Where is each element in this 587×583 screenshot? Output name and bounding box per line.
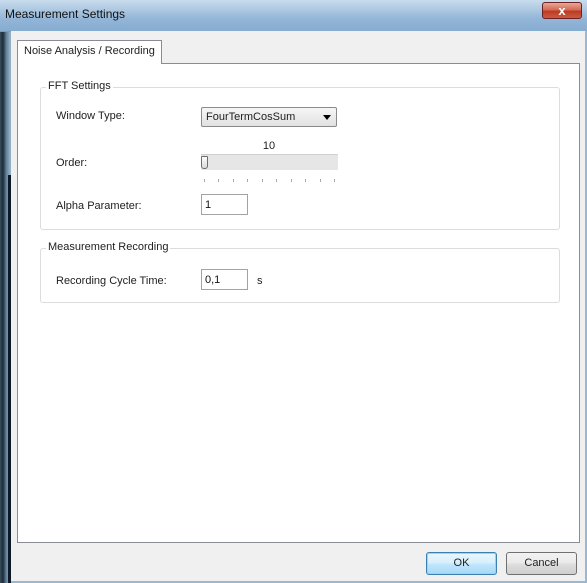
window-type-label: Window Type: bbox=[56, 110, 125, 122]
cancel-button-label: Cancel bbox=[524, 557, 559, 569]
close-button[interactable]: x bbox=[542, 2, 582, 19]
window-title: Measurement Settings bbox=[5, 7, 126, 21]
window-type-value: FourTermCosSum bbox=[206, 111, 296, 123]
ok-button[interactable]: OK bbox=[426, 552, 497, 575]
title-bar[interactable]: Measurement Settings x bbox=[0, 0, 587, 32]
fft-settings-title: FFT Settings bbox=[46, 80, 113, 92]
chevron-down-icon bbox=[323, 115, 331, 120]
order-label: Order: bbox=[56, 157, 88, 169]
tab-label: Noise Analysis / Recording bbox=[24, 45, 155, 57]
alpha-parameter-input[interactable] bbox=[201, 194, 248, 215]
slider-tick bbox=[204, 179, 205, 182]
alpha-parameter-label: Alpha Parameter: bbox=[56, 200, 142, 212]
ok-button-label: OK bbox=[453, 557, 470, 569]
slider-tick bbox=[233, 179, 234, 182]
order-slider-track[interactable] bbox=[201, 154, 338, 170]
order-slider-thumb[interactable] bbox=[201, 156, 208, 169]
recording-cycle-time-label: Recording Cycle Time: bbox=[56, 275, 167, 287]
slider-tick bbox=[320, 179, 321, 182]
slider-tick bbox=[262, 179, 263, 182]
order-value: 10 bbox=[262, 140, 276, 152]
window-type-select[interactable]: FourTermCosSum bbox=[201, 107, 337, 127]
slider-tick bbox=[247, 179, 248, 182]
close-icon: x bbox=[558, 3, 566, 18]
recording-cycle-time-unit: s bbox=[257, 275, 263, 287]
cancel-button[interactable]: Cancel bbox=[506, 552, 577, 575]
recording-cycle-time-input[interactable] bbox=[201, 269, 248, 290]
measurement-recording-title: Measurement Recording bbox=[46, 241, 171, 253]
slider-tick bbox=[218, 179, 219, 182]
slider-tick bbox=[305, 179, 306, 182]
slider-tick bbox=[276, 179, 277, 182]
tab-noise-analysis-recording[interactable]: Noise Analysis / Recording bbox=[17, 40, 162, 64]
slider-tick bbox=[291, 179, 292, 182]
slider-tick bbox=[334, 179, 335, 182]
